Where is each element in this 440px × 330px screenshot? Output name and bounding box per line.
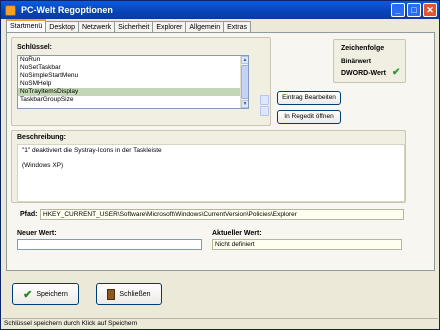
status-bar: Schlüssel speichern durch Klick auf Spei… [2, 318, 438, 329]
keys-label: Schlüssel: [17, 44, 53, 51]
checkmark-icon: ✔ [23, 288, 33, 301]
check-icon: ✔ [392, 67, 401, 78]
type-binary[interactable]: Binärwert [341, 58, 371, 65]
listbox-scrollbar[interactable]: ▲ ▼ [240, 56, 248, 108]
tab-bar: Startmenü Desktop Netzwerk Sicherheit Ex… [6, 19, 251, 33]
list-item[interactable]: NoRun [18, 56, 248, 64]
outer-scroll-up[interactable] [260, 95, 269, 105]
description-line-2: (Windows XP) [22, 162, 64, 169]
type-string[interactable]: Zeichenfolge [341, 45, 384, 52]
description-line-1: "1" deaktiviert die Systray-Icons in der… [22, 147, 162, 154]
scroll-down-icon[interactable]: ▼ [241, 100, 248, 108]
list-item-selected[interactable]: NoTrayItemsDisplay [18, 88, 248, 96]
keys-group: Schlüssel: NoRun NoSetTaskbar NoSimpleSt… [11, 37, 271, 126]
scroll-up-icon[interactable]: ▲ [241, 56, 248, 64]
maximize-button[interactable]: □ [407, 3, 421, 17]
window-title: PC-Welt Regoptionen [21, 5, 113, 15]
minimize-button[interactable]: _ [391, 3, 405, 17]
open-regedit-button[interactable]: In Regedit öffnen [277, 110, 341, 124]
description-group: Beschreibung: "1" deaktiviert die Systra… [11, 130, 406, 203]
app-icon [5, 4, 16, 16]
path-label: Pfad: [20, 211, 38, 218]
list-item[interactable]: NoSetTaskbar [18, 64, 248, 72]
new-value-input[interactable] [17, 239, 202, 250]
save-button-label: Speichern [36, 290, 68, 298]
new-value-label: Neuer Wert: [17, 230, 57, 237]
value-type-box: Zeichenfolge Binärwert DWORD-Wert ✔ [333, 39, 406, 83]
edit-entry-button[interactable]: Eintrag Bearbeiten [277, 91, 341, 105]
path-field: HKEY_CURRENT_USER\Software\Microsoft\Win… [40, 209, 404, 220]
tab-startmenu[interactable]: Startmenü [6, 19, 47, 33]
type-dword[interactable]: DWORD-Wert [341, 70, 386, 77]
current-value-field: Nicht definiert [212, 239, 402, 250]
title-bar[interactable]: PC-Welt Regoptionen _ □ ✕ [1, 1, 439, 19]
window-controls: _ □ ✕ [391, 3, 437, 17]
outer-scroll-down[interactable] [260, 106, 269, 116]
list-item[interactable]: NoSMHelp [18, 80, 248, 88]
list-item[interactable]: TaskbarGroupSize [18, 96, 248, 104]
list-item[interactable]: NoSimpleStartMenu [18, 72, 248, 80]
close-button[interactable]: Schließen [96, 283, 162, 305]
tab-panel: Schlüssel: NoRun NoSetTaskbar NoSimpleSt… [6, 32, 435, 271]
save-button[interactable]: ✔ Speichern [12, 283, 79, 305]
description-label: Beschreibung: [17, 134, 67, 141]
current-value-label: Aktueller Wert: [212, 230, 262, 237]
door-icon [107, 288, 116, 300]
close-button-label: Schließen [119, 290, 151, 298]
app-window: PC-Welt Regoptionen _ □ ✕ Startmenü Desk… [0, 0, 440, 330]
close-window-button[interactable]: ✕ [423, 3, 437, 17]
keys-listbox[interactable]: NoRun NoSetTaskbar NoSimpleStartMenu NoS… [17, 55, 249, 109]
scroll-thumb[interactable] [241, 65, 248, 99]
description-text: "1" deaktiviert die Systray-Icons in der… [17, 144, 405, 202]
